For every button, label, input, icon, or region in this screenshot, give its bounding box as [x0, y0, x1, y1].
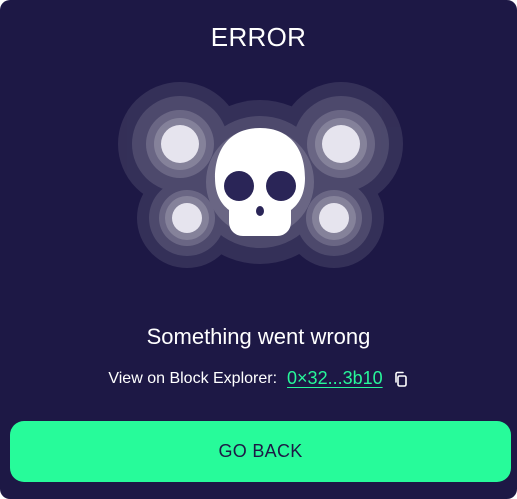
transaction-hash-link[interactable]: 0×32...3b10: [287, 368, 383, 389]
block-explorer-label: View on Block Explorer:: [108, 369, 278, 387]
block-explorer-row: View on Block Explorer: 0×32...3b10: [0, 368, 517, 389]
dialog-title: ERROR: [210, 22, 307, 52]
copy-icon[interactable]: [393, 371, 409, 387]
skull-illustration: [118, 82, 403, 268]
error-dialog: ERROR Something went wrong View on Block…: [0, 0, 517, 499]
go-back-button[interactable]: GO BACK: [10, 421, 511, 482]
error-message: Something went wrong: [146, 324, 371, 349]
